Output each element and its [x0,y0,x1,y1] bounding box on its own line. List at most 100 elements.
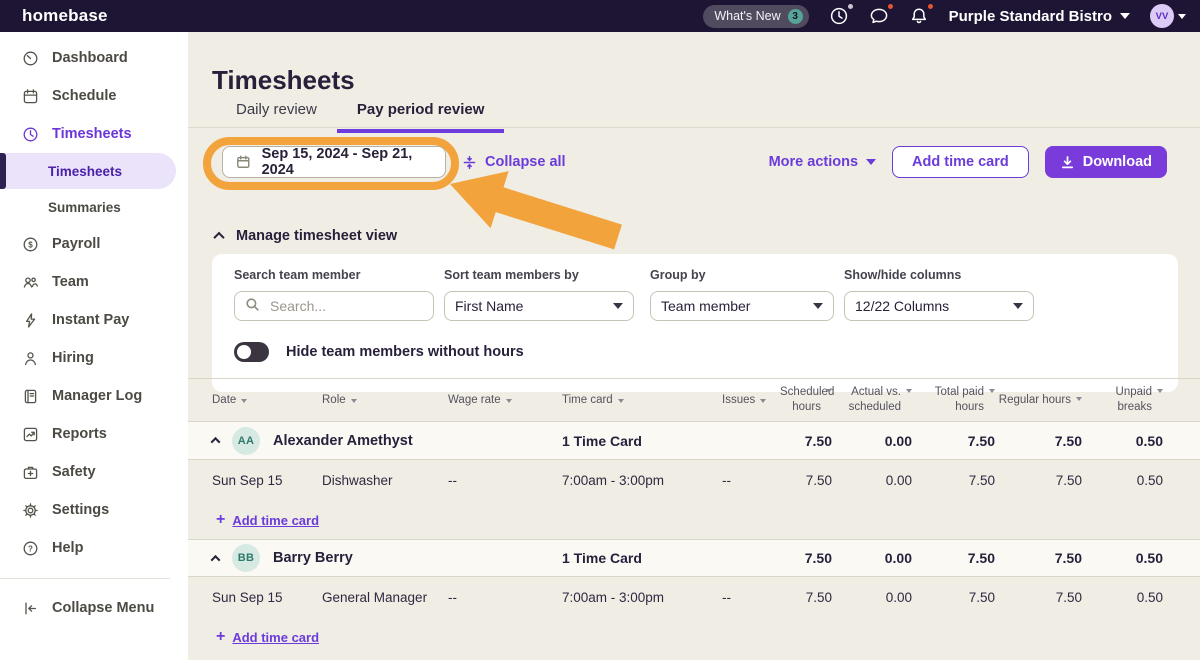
date-range-picker[interactable]: Sep 15, 2024 - Sep 21, 2024 [222,146,446,178]
manage-timesheet-view-toggle[interactable]: Manage timesheet view [215,228,397,244]
group-regular-hours: 7.50 [995,433,1082,449]
sort-field-group: Sort team members by First Name [444,268,634,321]
toggle-knob [237,345,251,359]
journal-icon [22,388,39,405]
sidebar-item-hiring[interactable]: Hiring [0,339,188,377]
manage-timesheet-view-panel: Search team member Sort team members by … [212,254,1178,392]
group-by-select-value: Team member [661,298,750,314]
sidebar-item-label: Hiring [52,350,94,366]
sidebar-item-dashboard[interactable]: Dashboard [0,39,188,77]
more-actions-button[interactable]: More actions [769,154,876,170]
sort-select[interactable]: First Name [444,291,634,321]
manage-timesheet-view-label: Manage timesheet view [236,228,397,244]
gear-icon [22,502,39,519]
collapse-menu-button[interactable]: Collapse Menu [0,589,188,627]
add-time-card-link[interactable]: + Add time card [216,512,319,528]
tab-pay-period-review[interactable]: Pay period review [337,101,505,133]
cell-regular-hours: 7.50 [995,590,1082,605]
cell-scheduled-hours: 7.50 [780,590,832,605]
add-time-card-link[interactable]: + Add time card [216,629,319,645]
cell-total-paid-hours: 7.50 [912,473,995,488]
column-header-wage-rate[interactable]: Wage rate [448,394,562,406]
sidebar-item-settings[interactable]: Settings [0,491,188,529]
collapse-all-button[interactable]: Collapse all [462,154,566,170]
filter-caret-icon [1157,389,1163,393]
sidebar-item-team[interactable]: Team [0,263,188,301]
cell-role: Dishwasher [322,473,448,488]
sidebar-subitem-timesheets[interactable]: Timesheets [0,153,176,189]
cell-scheduled-hours: 7.50 [780,473,832,488]
bell-icon[interactable] [909,6,929,26]
plus-icon: + [216,629,225,645]
sidebar-item-help[interactable]: ? Help [0,529,188,567]
cell-date: Sun Sep 15 [212,590,322,605]
table-row[interactable]: Sun Sep 15 Dishwasher -- 7:00am - 3:00pm… [188,460,1200,501]
sidebar-item-instant-pay[interactable]: Instant Pay [0,301,188,339]
sidebar-item-label: Team [52,274,89,290]
column-header-date[interactable]: Date [212,394,322,406]
column-header-scheduled-hours[interactable]: Scheduled hours [780,385,832,415]
whats-new-button[interactable]: What's New 3 [703,5,808,28]
chevron-up-icon[interactable] [211,554,221,564]
columns-select[interactable]: 12/22 Columns [844,291,1034,321]
column-header-actual-vs-scheduled[interactable]: Actual vs. scheduled [832,385,912,415]
clock-notification-dot [848,4,853,9]
sidebar-item-label: Instant Pay [52,312,129,328]
whats-new-badge: 3 [788,9,803,24]
tab-daily-review[interactable]: Daily review [216,101,337,133]
sidebar-subitem-summaries[interactable]: Summaries [0,189,188,225]
table-row[interactable]: Sun Sep 15 General Manager -- 7:00am - 3… [188,577,1200,618]
chevron-up-icon[interactable] [211,437,221,447]
group-by-select[interactable]: Team member [650,291,834,321]
chevron-up-icon [213,232,224,243]
user-menu[interactable]: VV [1150,4,1186,28]
sidebar-item-timesheets[interactable]: Timesheets [0,115,188,153]
download-button[interactable]: Download [1045,146,1167,178]
more-actions-label: More actions [769,154,858,170]
search-input[interactable] [268,297,423,315]
plus-icon: + [216,512,225,528]
group-unpaid-breaks: 0.50 [1082,550,1163,566]
sidebar-item-label: Dashboard [52,50,128,66]
hide-members-toggle[interactable] [234,342,269,362]
svg-text:?: ? [28,544,33,553]
column-header-unpaid-breaks[interactable]: Unpaid breaks [1082,385,1163,415]
chevron-down-icon [1120,13,1130,19]
column-header-total-paid-hours[interactable]: Total paid hours [912,385,995,415]
time-clock-icon[interactable] [829,6,849,26]
sidebar-item-manager-log[interactable]: Manager Log [0,377,188,415]
chevron-down-icon [1013,303,1023,309]
timesheets-table: Date Role Wage rate Time card Issues Sch… [188,378,1200,656]
sidebar-item-safety[interactable]: Safety [0,453,188,491]
column-header-role[interactable]: Role [322,394,448,406]
svg-text:$: $ [28,240,33,249]
cell-wage-rate: -- [448,473,562,488]
add-time-card-button[interactable]: Add time card [892,146,1029,178]
collapse-left-icon [22,600,39,617]
sidebar-item-label: Help [52,540,83,556]
homebase-logo[interactable]: homebase [22,6,108,26]
actions-row: Sep 15, 2024 - Sep 21, 2024 Collapse all… [188,145,1200,179]
first-aid-icon [22,464,39,481]
team-member-name: Alexander Amethyst [273,433,413,449]
column-header-time-card[interactable]: Time card [562,394,722,406]
group-total-paid-hours: 7.50 [912,433,995,449]
cell-actual-vs-scheduled: 0.00 [832,473,912,488]
clock-icon [22,126,39,143]
messages-icon[interactable] [869,6,889,26]
sidebar-item-reports[interactable]: Reports [0,415,188,453]
company-switcher[interactable]: Purple Standard Bistro [949,8,1130,25]
column-header-issues[interactable]: Issues [722,394,780,406]
avatar: VV [1150,4,1174,28]
cell-unpaid-breaks: 0.50 [1082,590,1163,605]
sidebar-item-schedule[interactable]: Schedule [0,77,188,115]
cell-regular-hours: 7.50 [995,473,1082,488]
sidebar-item-payroll[interactable]: $ Payroll [0,225,188,263]
filter-caret-icon [241,399,247,403]
chart-icon [22,426,39,443]
collapse-menu-label: Collapse Menu [52,600,154,616]
avatar: BB [232,544,260,572]
company-name: Purple Standard Bistro [949,8,1112,25]
add-time-card-row: + Add time card [188,618,1200,656]
column-header-regular-hours[interactable]: Regular hours [995,393,1082,408]
